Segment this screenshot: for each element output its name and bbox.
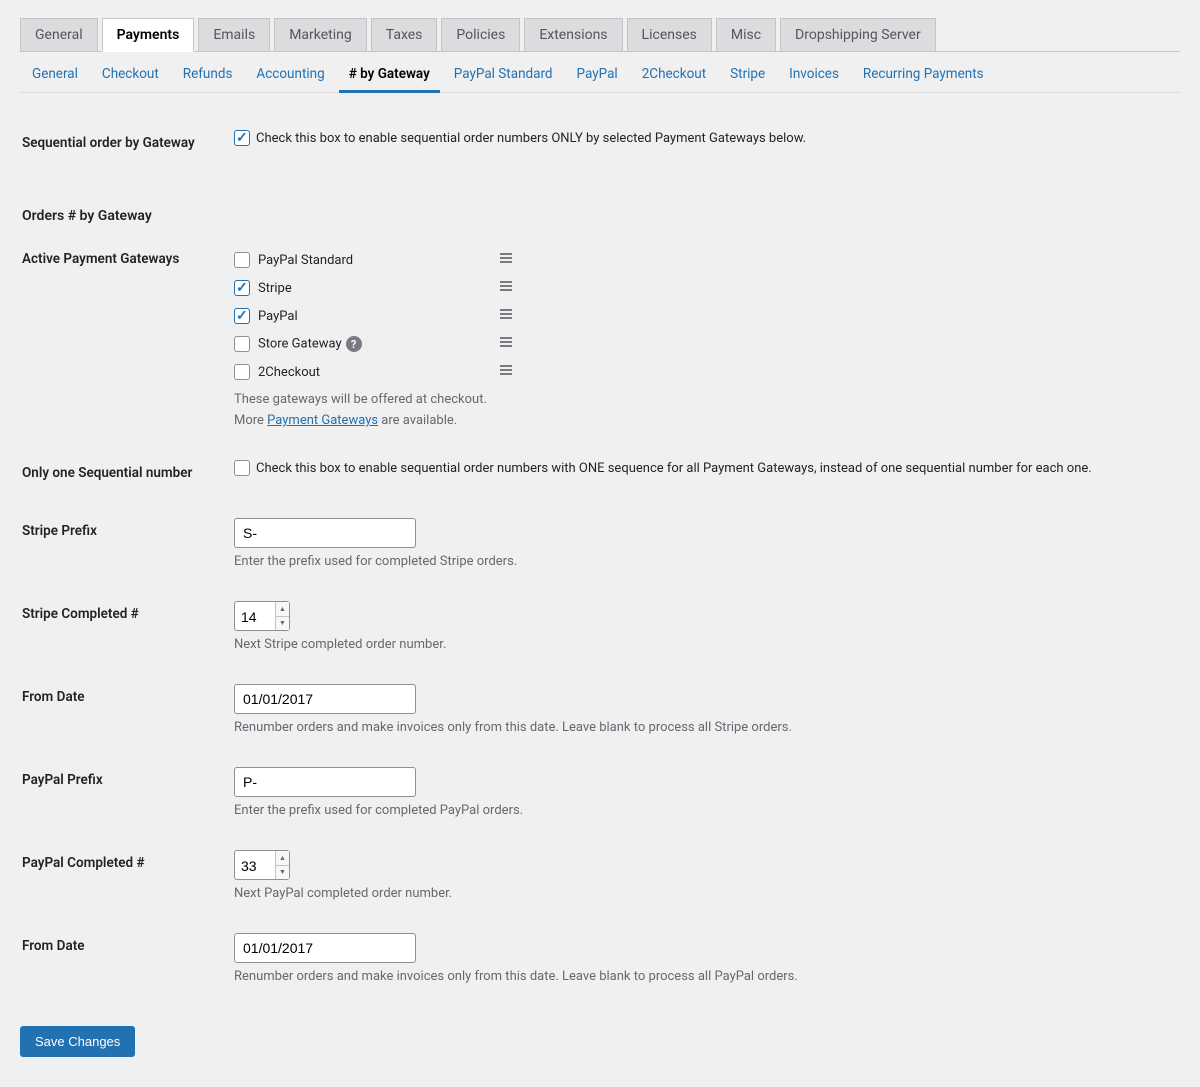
gateway-item: 2Checkout — [234, 358, 514, 386]
tab-taxes[interactable]: Taxes — [371, 18, 438, 51]
tab-policies[interactable]: Policies — [441, 18, 520, 51]
seq-by-gateway-checkbox[interactable] — [234, 130, 250, 146]
gateway-item: PayPal — [234, 302, 514, 330]
drag-handle-icon[interactable] — [498, 362, 514, 382]
tab-extensions[interactable]: Extensions — [524, 18, 622, 51]
gateway-checkbox[interactable] — [234, 308, 250, 324]
subtab-paypal-standard[interactable]: PayPal Standard — [454, 66, 553, 82]
stripe-from-label: From Date — [22, 669, 232, 750]
secondary-tabs: General Checkout Refunds Accounting # by Gat… — [20, 52, 1180, 93]
gateway-item: PayPal Standard — [234, 246, 514, 274]
payment-gateways-link[interactable]: Payment Gateways — [267, 413, 378, 428]
stripe-prefix-label: Stripe Prefix — [22, 503, 232, 584]
gateway-name: PayPal Standard — [258, 253, 498, 268]
orders-section-heading: Orders # by Gateway — [22, 173, 1178, 229]
gateway-checkbox[interactable] — [234, 364, 250, 380]
subtab-accounting[interactable]: Accounting — [256, 66, 324, 82]
stripe-from-desc: Renumber orders and make invoices only f… — [234, 720, 1168, 735]
subtab-invoices[interactable]: Invoices — [789, 66, 839, 82]
gateway-desc1: These gateways will be offered at checko… — [234, 392, 1168, 407]
gateway-item: Store Gateway? — [234, 330, 514, 358]
paypal-completed-label: PayPal Completed # — [22, 835, 232, 916]
paypal-prefix-desc: Enter the prefix used for completed PayP… — [234, 803, 1168, 818]
settings-form: Sequential order by Gateway Check this b… — [20, 113, 1180, 1001]
paypal-from-input[interactable] — [234, 933, 416, 963]
tab-marketing[interactable]: Marketing — [274, 18, 367, 51]
stripe-completed-stepper[interactable]: ▲▼ — [234, 601, 290, 631]
subtab-stripe[interactable]: Stripe — [730, 66, 765, 82]
gateway-name: Store Gateway? — [258, 336, 498, 352]
one-seq-label: Only one Sequential number — [22, 445, 232, 501]
paypal-from-label: From Date — [22, 918, 232, 999]
stripe-prefix-input[interactable] — [234, 518, 416, 548]
subtab-2checkout[interactable]: 2Checkout — [642, 66, 706, 82]
gateway-name: Stripe — [258, 281, 498, 296]
gateway-name: 2Checkout — [258, 365, 498, 380]
paypal-completed-desc: Next PayPal completed order number. — [234, 886, 1168, 901]
seq-by-gateway-field[interactable]: Check this box to enable sequential orde… — [234, 130, 806, 146]
stepper-icon[interactable]: ▲▼ — [275, 602, 289, 630]
stripe-from-input[interactable] — [234, 684, 416, 714]
primary-tabs: GeneralPaymentsEmailsMarketingTaxesPolic… — [20, 0, 1180, 52]
one-seq-checkbox[interactable] — [234, 460, 250, 476]
subtab--by-gateway[interactable]: # by Gateway — [349, 66, 430, 82]
gateway-name: PayPal — [258, 309, 498, 324]
tab-emails[interactable]: Emails — [198, 18, 270, 51]
stripe-completed-input[interactable] — [235, 602, 275, 632]
one-seq-field[interactable]: Check this box to enable sequential orde… — [234, 460, 1092, 476]
paypal-prefix-label: PayPal Prefix — [22, 752, 232, 833]
subtab-refunds[interactable]: Refunds — [183, 66, 233, 82]
subtab-general[interactable]: General — [32, 66, 78, 82]
tab-dropshipping-server[interactable]: Dropshipping Server — [780, 18, 936, 51]
paypal-completed-stepper[interactable]: ▲▼ — [234, 850, 290, 880]
drag-handle-icon[interactable] — [498, 334, 514, 354]
subtab-checkout[interactable]: Checkout — [102, 66, 159, 82]
tab-payments[interactable]: Payments — [102, 18, 195, 52]
paypal-prefix-input[interactable] — [234, 767, 416, 797]
paypal-completed-input[interactable] — [235, 851, 275, 881]
stripe-completed-desc: Next Stripe completed order number. — [234, 637, 1168, 652]
gateway-checkbox[interactable] — [234, 336, 250, 352]
stripe-prefix-desc: Enter the prefix used for completed Stri… — [234, 554, 1168, 569]
one-seq-text: Check this box to enable sequential orde… — [256, 461, 1092, 476]
drag-handle-icon[interactable] — [498, 250, 514, 270]
tab-general[interactable]: General — [20, 18, 98, 51]
tab-misc[interactable]: Misc — [716, 18, 776, 51]
gateway-checkbox[interactable] — [234, 280, 250, 296]
subtab-recurring-payments[interactable]: Recurring Payments — [863, 66, 984, 82]
stepper-icon[interactable]: ▲▼ — [275, 851, 289, 879]
seq-by-gateway-text: Check this box to enable sequential orde… — [256, 131, 806, 146]
gateway-checkbox[interactable] — [234, 252, 250, 268]
paypal-from-desc: Renumber orders and make invoices only f… — [234, 969, 1168, 984]
stripe-completed-label: Stripe Completed # — [22, 586, 232, 667]
drag-handle-icon[interactable] — [498, 306, 514, 326]
drag-handle-icon[interactable] — [498, 278, 514, 298]
seq-by-gateway-label: Sequential order by Gateway — [22, 115, 232, 171]
subtab-paypal[interactable]: PayPal — [577, 66, 618, 82]
save-button[interactable]: Save Changes — [20, 1026, 135, 1057]
gateway-item: Stripe — [234, 274, 514, 302]
gateway-desc2: More Payment Gateways are available. — [234, 413, 1168, 428]
help-icon[interactable]: ? — [346, 336, 362, 352]
tab-licenses[interactable]: Licenses — [627, 18, 712, 51]
gateway-list: PayPal Standard Stripe PayPal Store Gateway… — [234, 246, 1168, 386]
active-gateways-label: Active Payment Gateways — [22, 231, 232, 443]
